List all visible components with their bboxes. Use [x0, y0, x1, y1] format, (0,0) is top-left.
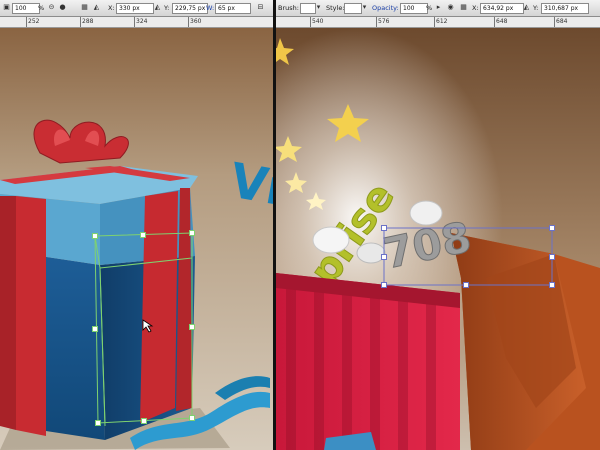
- transform-handle[interactable]: [549, 282, 555, 288]
- transform-handle[interactable]: [189, 415, 195, 421]
- x-position-input[interactable]: 634,92 px: [480, 3, 524, 14]
- ruler-tick: [80, 17, 81, 27]
- transform-handle[interactable]: [92, 233, 98, 239]
- y-position-input[interactable]: 310,687 px: [541, 3, 589, 14]
- ruler-tick: [310, 17, 311, 27]
- width-input[interactable]: 65 px: [215, 3, 251, 14]
- right-options-bar: Brush: ▾ Style: ▾ Opacity: 100 % ▸ ◉ ▦ X…: [276, 0, 600, 17]
- ruler-label: 288: [82, 18, 94, 25]
- ruler-tick: [494, 17, 495, 27]
- airbrush-icon[interactable]: ◉: [446, 3, 455, 12]
- partial-3d-letters: Vi: [226, 153, 273, 217]
- ruler-label: 612: [436, 18, 448, 25]
- ruler-tick: [434, 17, 435, 27]
- left-artwork: Vi: [0, 28, 273, 450]
- ruler-label: 360: [190, 18, 202, 25]
- transform-handle[interactable]: [141, 418, 147, 424]
- right-document-panel: Brush: ▾ Style: ▾ Opacity: 100 % ▸ ◉ ▦ X…: [276, 0, 600, 450]
- ribbon-vertical-front: [16, 196, 46, 436]
- swap-icon[interactable]: ◭: [522, 3, 531, 12]
- brush-label: Brush:: [278, 4, 299, 12]
- transform-handle[interactable]: [381, 282, 387, 288]
- ribbon-vertical-side: [140, 191, 178, 423]
- ruler-tick: [376, 17, 377, 27]
- opacity-unit: %: [426, 4, 433, 12]
- ruler-label: 252: [28, 18, 40, 25]
- transform-handle[interactable]: [189, 230, 195, 236]
- right-horizontal-ruler: 540 576 612 648 684: [276, 17, 600, 28]
- brush-dropdown-icon[interactable]: ▾: [314, 3, 323, 12]
- opacity-label: Opacity:: [372, 4, 399, 12]
- ruler-label: 648: [496, 18, 508, 25]
- ruler-label: 576: [378, 18, 390, 25]
- transform-handle[interactable]: [140, 232, 146, 238]
- ruler-label: 540: [312, 18, 324, 25]
- ruler-tick: [554, 17, 555, 27]
- style-dropdown-icon[interactable]: ▾: [360, 3, 369, 12]
- zoom-unit: %: [38, 4, 45, 12]
- tool-preset-icon[interactable]: ▣: [2, 3, 11, 12]
- left-horizontal-ruler: 252 288 324 360: [0, 17, 273, 28]
- x-label: X:: [108, 4, 115, 12]
- reference-point-icon[interactable]: ▦: [459, 3, 468, 12]
- ruler-tick: [134, 17, 135, 27]
- delta-icon[interactable]: ◭: [92, 3, 101, 12]
- transform-handle[interactable]: [92, 326, 98, 332]
- ruler-tick: [188, 17, 189, 27]
- y-label: Y:: [164, 4, 170, 12]
- link-icon[interactable]: ⊝: [47, 3, 56, 12]
- style-label: Style:: [326, 4, 345, 12]
- chain-icon[interactable]: ⊟: [256, 3, 265, 12]
- left-document-panel: ▣ 100 % ⊝ ● ▦ ◭ X: 330 px ◭ Y: 229,75 px…: [0, 0, 273, 450]
- x-position-input[interactable]: 330 px: [116, 3, 154, 14]
- right-artwork: prise 708: [276, 28, 600, 450]
- x-label: X:: [472, 4, 479, 12]
- zoom-input[interactable]: 100: [12, 3, 40, 14]
- opacity-input[interactable]: 100: [400, 3, 428, 14]
- ruler-label: 324: [136, 18, 148, 25]
- opacity-dropdown-icon[interactable]: ▸: [434, 3, 443, 12]
- letter-cylinder: [356, 242, 386, 264]
- transform-handle[interactable]: [381, 225, 387, 231]
- ribbon-left-edge: [0, 196, 16, 430]
- letter-cylinder: [312, 226, 350, 254]
- left-options-bar: ▣ 100 % ⊝ ● ▦ ◭ X: 330 px ◭ Y: 229,75 px…: [0, 0, 273, 17]
- swap-icon[interactable]: ◭: [153, 3, 162, 12]
- w-label: W:: [206, 4, 215, 12]
- ruler-label: 684: [556, 18, 568, 25]
- right-canvas[interactable]: prise 708: [276, 28, 600, 450]
- transform-handle[interactable]: [189, 324, 195, 330]
- left-canvas[interactable]: Vi: [0, 28, 273, 450]
- toggle-icon[interactable]: ●: [58, 3, 67, 12]
- transform-handle[interactable]: [549, 225, 555, 231]
- transform-handle[interactable]: [463, 282, 469, 288]
- transform-handle[interactable]: [549, 254, 555, 260]
- transform-handle[interactable]: [95, 420, 101, 426]
- transform-handle[interactable]: [381, 254, 387, 260]
- reference-point-icon[interactable]: ▦: [80, 3, 89, 12]
- y-label: Y:: [533, 4, 539, 12]
- ruler-tick: [26, 17, 27, 27]
- y-position-input[interactable]: 229,75 px: [172, 3, 208, 14]
